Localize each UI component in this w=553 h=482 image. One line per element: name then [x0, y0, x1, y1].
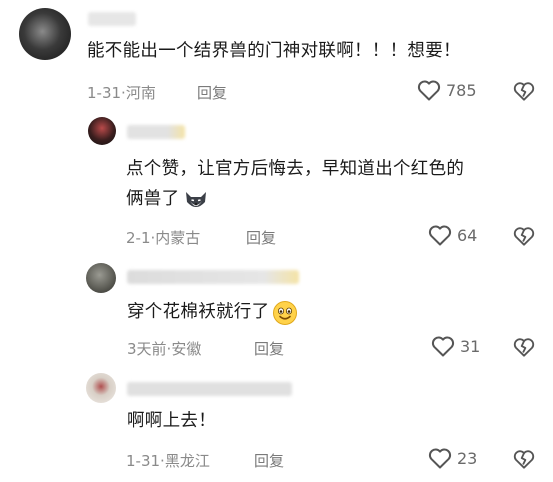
username-redacted[interactable]: [127, 125, 185, 139]
comment-location: 河南: [125, 84, 156, 102]
husky-emoji-icon: [186, 191, 207, 207]
comment-location: 内蒙古: [155, 229, 201, 247]
like-count: 785: [446, 80, 477, 100]
comment-location: 黑龙江: [164, 452, 210, 470]
comment-location: 安徽: [171, 340, 202, 358]
heart-icon: [431, 336, 455, 357]
reply-button[interactable]: 回复: [254, 338, 284, 359]
like-count: 23: [457, 448, 478, 468]
username-redacted[interactable]: [127, 382, 292, 396]
comment-text: 啊啊上去！: [127, 411, 216, 431]
comment-text: 穿个花棉袄就行了: [127, 302, 270, 322]
like-count: 31: [460, 336, 481, 356]
comment-date: 1-31: [126, 452, 161, 470]
dislike-icon[interactable]: [513, 80, 535, 102]
comment-text-line2: 俩兽了: [126, 186, 209, 213]
heart-icon: [417, 80, 441, 101]
dislike-icon[interactable]: [513, 448, 535, 470]
comment-meta: 2-1·内蒙古: [126, 227, 200, 248]
dislike-icon[interactable]: [513, 336, 535, 358]
comment-meta: 1-31·黑龙江: [126, 450, 210, 471]
avatar[interactable]: [86, 373, 116, 403]
comment-meta: 1-31·河南: [87, 82, 156, 103]
comment-text-line1: 点个赞，让官方后悔去，早知道出个红色的: [126, 159, 465, 179]
username-redacted[interactable]: [127, 270, 299, 284]
comment-text: 俩兽了: [126, 189, 180, 209]
comment-date: 2-1: [126, 229, 151, 247]
avatar[interactable]: [86, 263, 116, 293]
comment-text-row: 穿个花棉袄就行了: [127, 299, 298, 326]
avatar[interactable]: [19, 8, 71, 60]
comment-date: 3天前: [127, 340, 167, 358]
reply-button[interactable]: 回复: [197, 82, 227, 103]
like-button[interactable]: 64: [428, 224, 477, 246]
username-redacted[interactable]: [88, 12, 136, 26]
like-count: 64: [457, 225, 478, 245]
heart-icon: [428, 448, 452, 469]
smile-emoji-icon: [273, 300, 298, 325]
like-button[interactable]: 31: [431, 335, 480, 357]
comment-text: 能不能出一个结界兽的门神对联啊！！！想要！: [87, 41, 461, 61]
avatar[interactable]: [88, 117, 116, 145]
reply-button[interactable]: 回复: [254, 450, 284, 471]
reply-button[interactable]: 回复: [246, 227, 276, 248]
like-button[interactable]: 23: [428, 447, 477, 469]
like-button[interactable]: 785: [417, 79, 477, 101]
comment-date: 1-31: [87, 84, 122, 102]
dislike-icon[interactable]: [513, 225, 535, 247]
comment-meta: 3天前·安徽: [127, 338, 201, 359]
heart-icon: [428, 225, 452, 246]
